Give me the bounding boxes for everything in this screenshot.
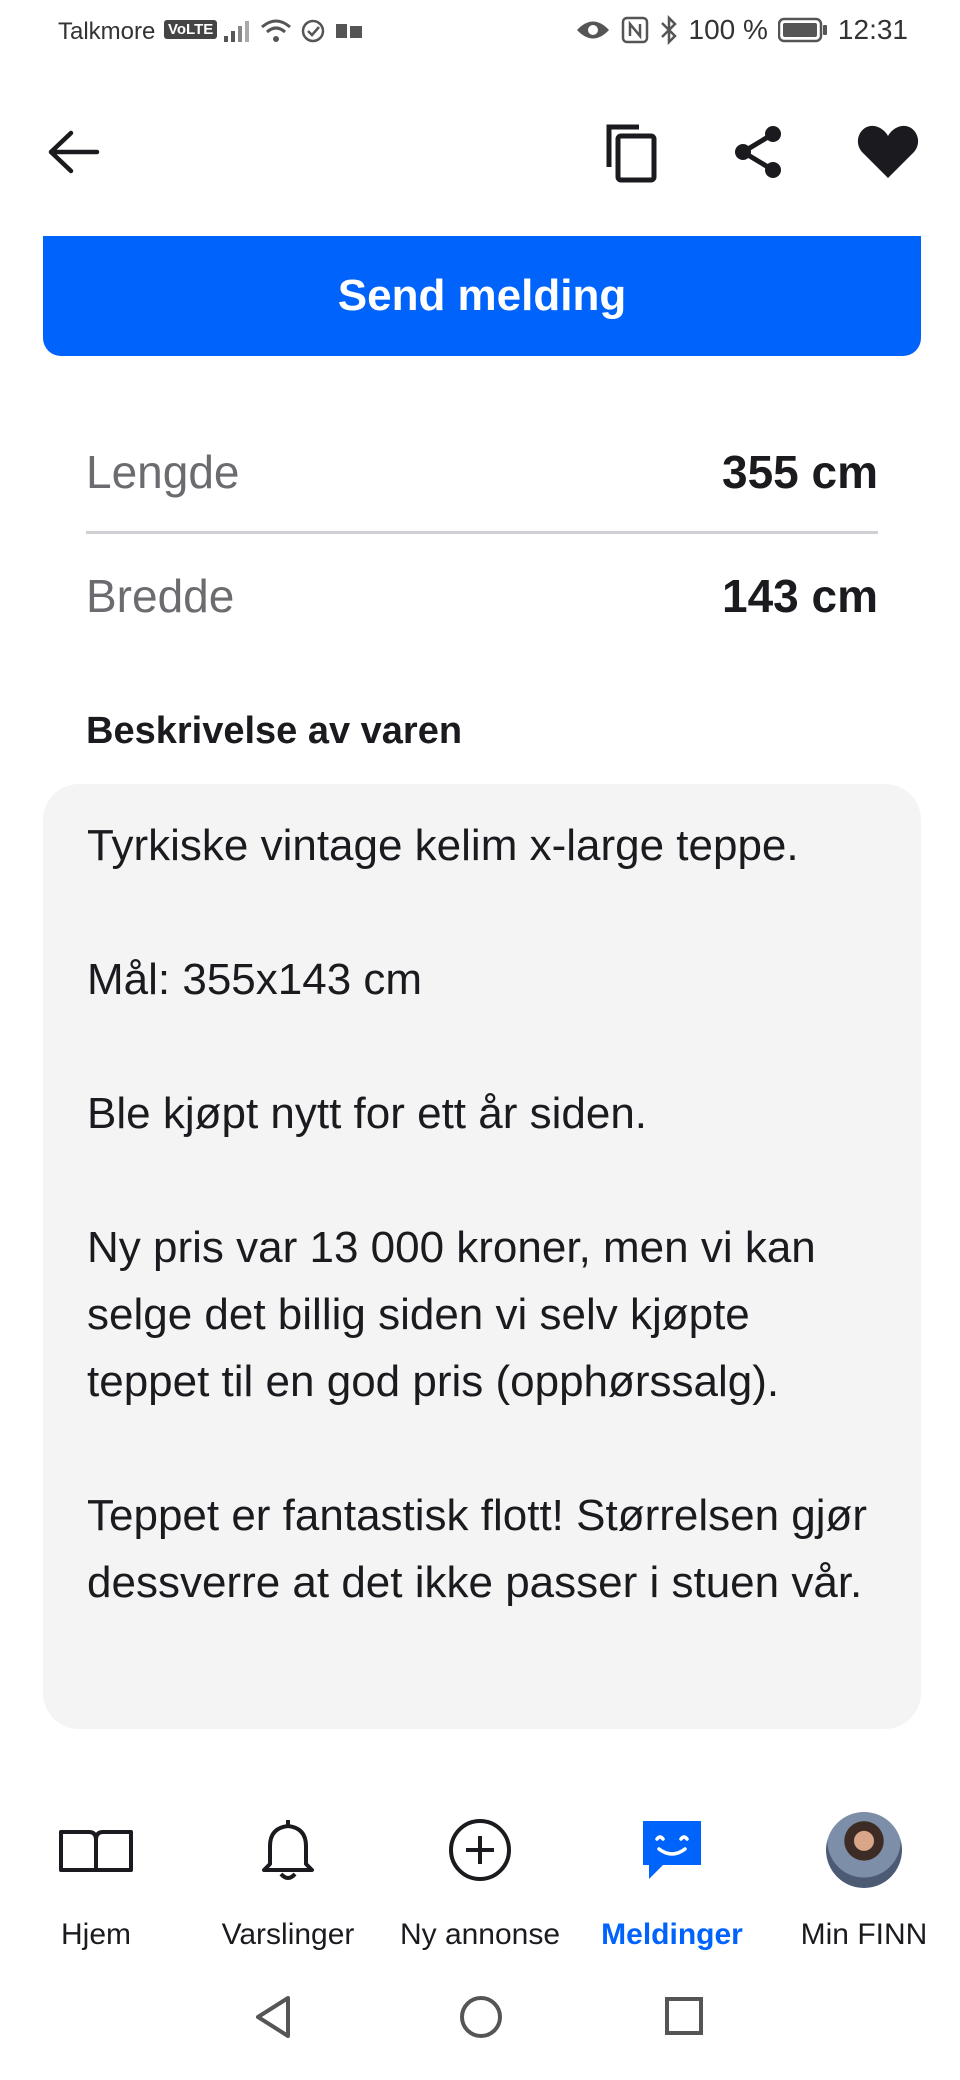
nav-item-new-ad[interactable]: Ny annonse (384, 1760, 576, 1960)
description-paragraph: Ny pris var 13 000 kroner, men vi kan se… (87, 1223, 816, 1406)
eye-icon (576, 21, 609, 39)
avatar (826, 1812, 902, 1888)
description-paragraph: Teppet er fantastisk flott! Størrelsen g… (87, 1491, 868, 1607)
share-icon (735, 126, 781, 178)
copy-button[interactable] (591, 112, 671, 192)
wifi-icon (261, 19, 291, 42)
signal-icon (224, 21, 249, 42)
send-message-button[interactable]: Send melding (43, 236, 921, 356)
spec-label: Bredde (86, 570, 235, 622)
book-icon (54, 1808, 138, 1892)
status-icons-right: 100 % 12:31 (575, 14, 908, 46)
spec-value: 355 cm (721, 446, 878, 498)
system-nav-bar (0, 1980, 960, 2080)
nav-item-messages[interactable]: Meldinger (576, 1760, 768, 1960)
nav-item-notifications[interactable]: Varslinger (192, 1760, 384, 1960)
nav-item-home[interactable]: Hjem (0, 1760, 192, 1960)
clock: 12:31 (837, 14, 908, 45)
system-recents-icon[interactable] (664, 1996, 704, 2036)
copy-icon (606, 124, 657, 183)
system-home-icon[interactable] (458, 1994, 504, 2040)
nav-label: Meldinger (601, 1918, 743, 1951)
nav-label: Varslinger (221, 1918, 355, 1951)
back-button[interactable] (34, 112, 114, 192)
bluetooth-icon (660, 15, 677, 45)
battery-icon (777, 17, 827, 43)
plus-circle-icon (438, 1808, 522, 1892)
description-paragraph: Ble kjøpt nytt for ett år siden. (87, 1089, 648, 1138)
avatar-wrap (822, 1808, 906, 1892)
description-paragraph: Mål: 355x143 cm (87, 955, 423, 1004)
check-circle-icon (301, 19, 325, 43)
spec-row-width: Bredde 143 cm (86, 534, 878, 658)
description-paragraph: Tyrkiske vintage kelim x-large teppe. (87, 821, 799, 870)
nav-label: Min FINN (800, 1918, 928, 1951)
heart-icon (857, 125, 919, 178)
bottom-nav: Hjem Varslinger Ny annonse Meldinger Min… (0, 1760, 960, 1960)
nav-label: Hjem (60, 1918, 131, 1951)
nav-item-my-finn[interactable]: Min FINN (768, 1760, 960, 1960)
nfc-icon (621, 16, 648, 44)
arrow-left-icon (48, 130, 100, 174)
spec-value: 143 cm (721, 570, 878, 622)
share-button[interactable] (718, 112, 798, 192)
spec-row-length: Lengde 355 cm (86, 410, 878, 534)
volte-badge: VoLTE (164, 20, 218, 39)
status-icons-left (222, 16, 364, 46)
system-back-icon[interactable] (254, 1994, 294, 2040)
nav-label: Ny annonse (399, 1918, 561, 1951)
battery-percent: 100 % (688, 14, 768, 45)
top-app-bar (0, 100, 960, 210)
chat-icon (630, 1808, 714, 1892)
description-title: Beskrivelse av varen (86, 710, 463, 752)
favorite-button[interactable] (848, 112, 928, 192)
bell-icon (246, 1808, 330, 1892)
spec-label: Lengde (86, 446, 240, 498)
description-box: Tyrkiske vintage kelim x-large teppe. Må… (43, 784, 921, 1729)
status-bar: Talkmore VoLTE 100 % 12:31 (0, 0, 960, 70)
media-icon (336, 24, 362, 38)
carrier-name: Talkmore (58, 18, 156, 45)
